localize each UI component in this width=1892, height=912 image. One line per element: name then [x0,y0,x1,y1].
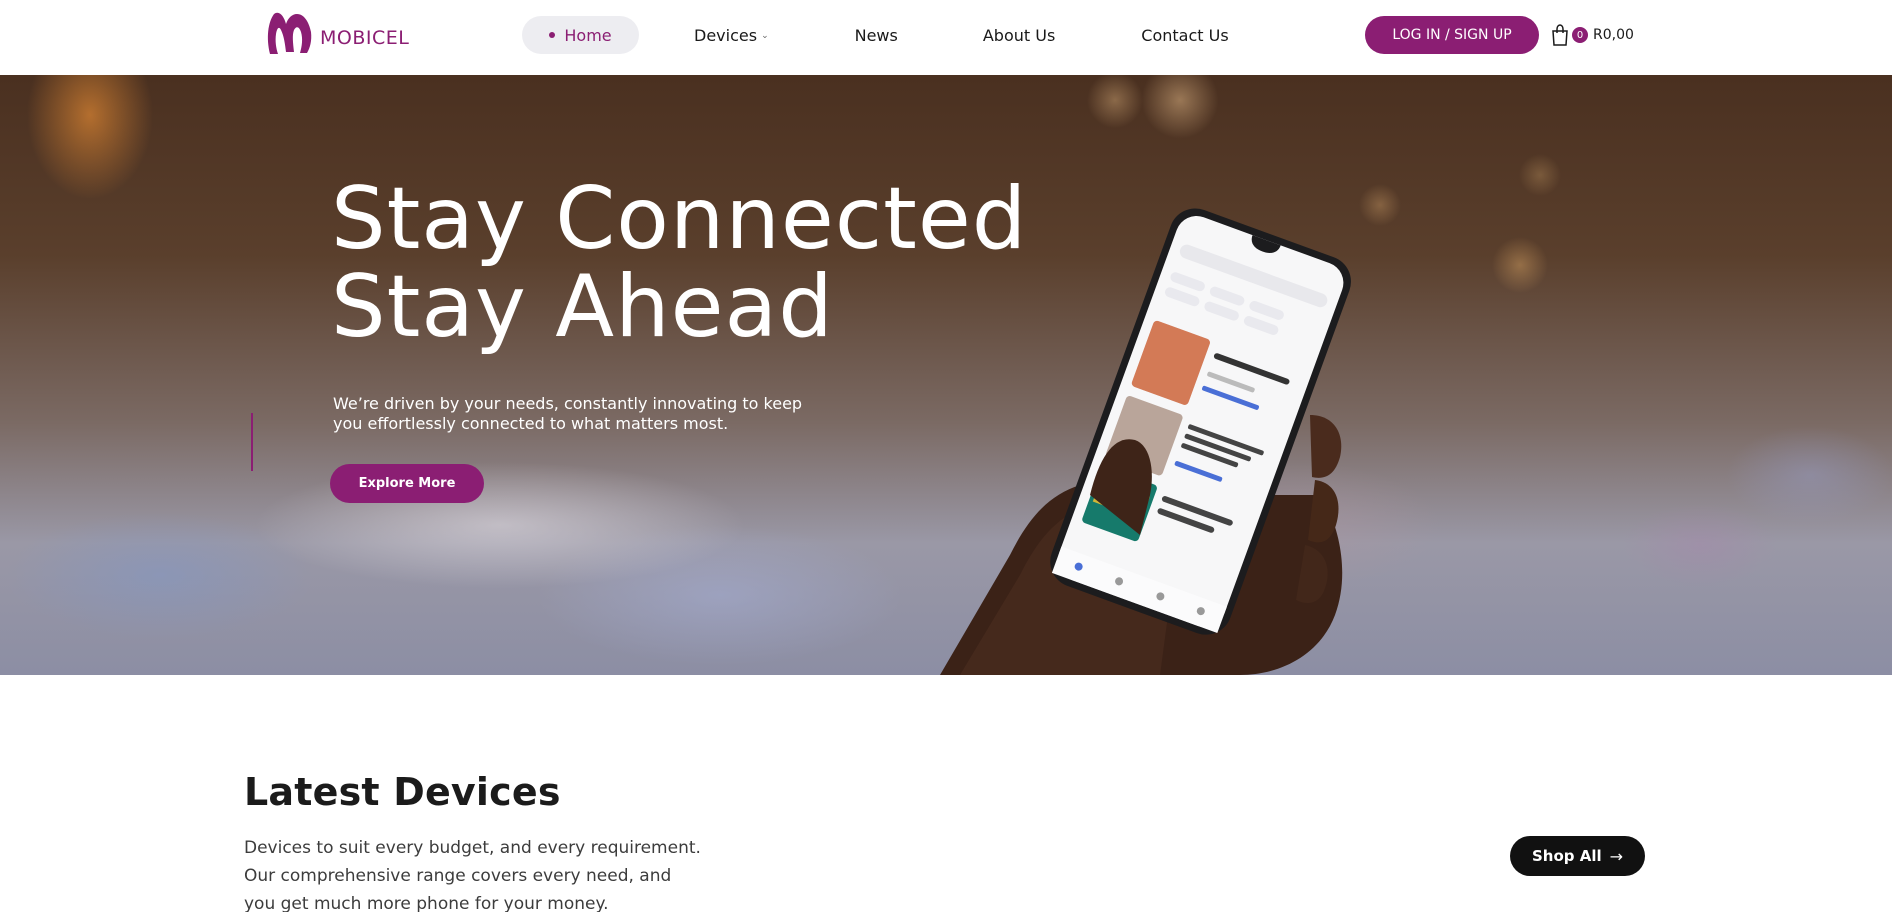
nav-item-home-label: Home [564,25,612,45]
hero-title-line-2: Stay Ahead [331,257,834,357]
logo[interactable]: MOBICEL [264,8,409,60]
explore-more-button[interactable]: Explore More [330,464,484,503]
nav-item-devices-label: Devices [694,25,758,45]
shop-all-label: Shop All [1531,847,1602,865]
nav-item-about[interactable]: About Us [983,16,1055,54]
hero-banner: Stay Connected Stay Ahead We’re driven b… [0,75,1892,675]
nav-item-home[interactable]: Home [522,16,639,54]
shopping-bag-icon [1552,24,1568,46]
hero-title-line-1: Stay Connected [331,169,1028,269]
nav-item-news-label: News [854,25,898,45]
chevron-down-icon: ⌄ [761,31,769,41]
arrow-right-icon: → [1609,846,1624,866]
nav-item-news[interactable]: News [855,16,898,54]
hand-holding-phone-image [940,208,1351,675]
nav-item-about-label: About Us [982,25,1056,45]
shop-all-button[interactable]: Shop All → [1510,836,1645,876]
cart-button[interactable]: 0 R0,00 [1551,22,1634,48]
nav-item-devices[interactable]: Devices ⌄ [694,16,769,54]
nav-item-contact[interactable]: Contact Us [1141,16,1228,54]
login-signup-button[interactable]: LOG IN / SIGN UP [1365,16,1539,54]
logo-text: MOBICEL [320,27,410,49]
hero-accent-bar [251,413,253,471]
cart-total: R0,00 [1593,27,1634,43]
mobicel-logo-icon [267,12,312,55]
latest-devices-description: Devices to suit every budget, and every … [244,838,701,912]
hero-title: Stay Connected Stay Ahead [331,175,1027,351]
page: MOBICEL Home Devices ⌄ News About Us Con… [0,0,1892,912]
site-header: MOBICEL Home Devices ⌄ News About Us Con… [0,0,1892,75]
cart-count-badge: 0 [1572,27,1588,43]
nav-item-contact-label: Contact Us [1141,25,1229,45]
main-nav: Home Devices ⌄ News About Us Contact Us [522,16,1229,54]
active-dot-icon [549,32,556,38]
latest-devices-title: Latest Devices [244,770,561,814]
hero-description: We’re driven by your needs, constantly i… [333,394,803,433]
